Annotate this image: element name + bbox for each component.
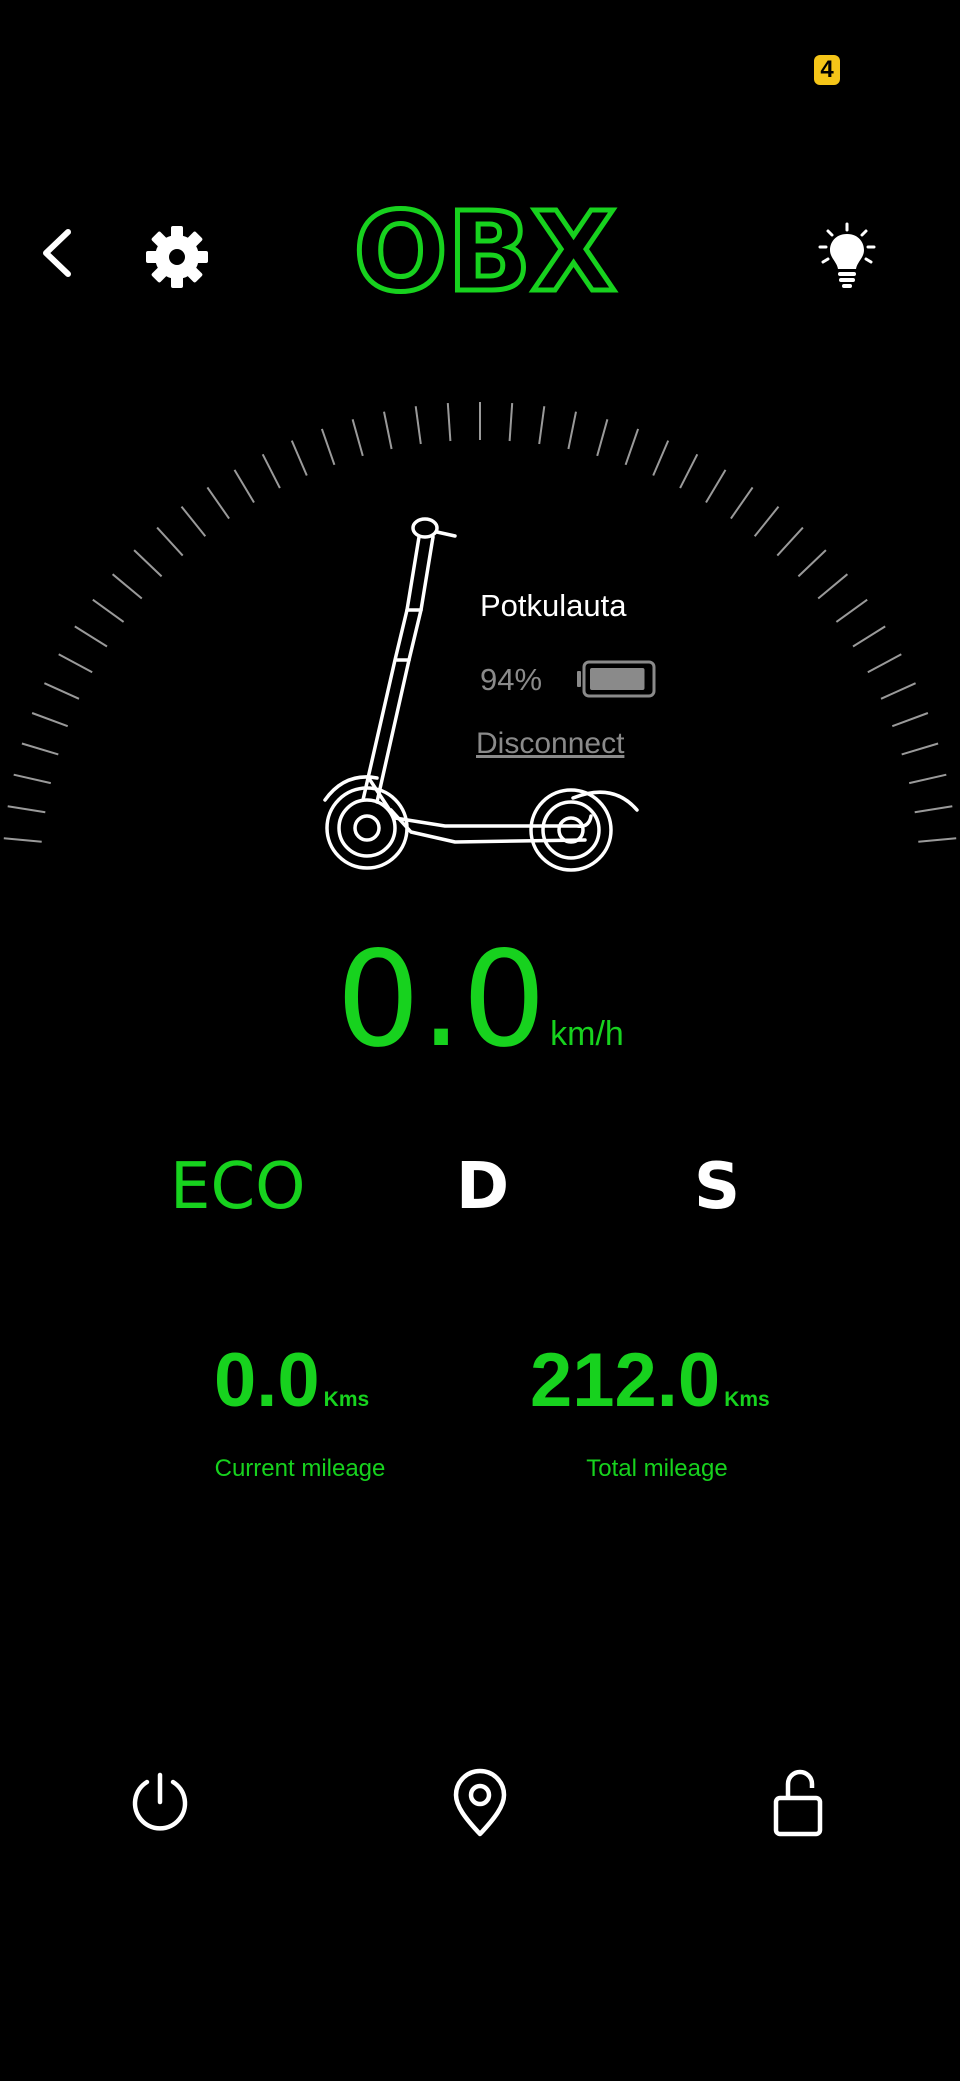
- gauge-tick: [31, 712, 69, 728]
- gauge-tick: [852, 625, 886, 648]
- gauge-tick: [596, 419, 609, 457]
- gauge-tick: [3, 837, 42, 843]
- status-badge: 4: [814, 55, 840, 85]
- logo-text: OBX: [354, 190, 616, 316]
- device-name: Potkulauta: [480, 588, 627, 623]
- current-mileage-label: Current mileage: [214, 1455, 386, 1482]
- gauge-tick: [351, 419, 364, 457]
- gauge-tick: [414, 406, 422, 445]
- brand-logo: OBX: [351, 190, 618, 319]
- gear-icon[interactable]: [146, 226, 208, 288]
- total-mileage-unit: Kms: [724, 1388, 770, 1411]
- gauge-tick: [446, 403, 452, 442]
- total-mileage: 212.0 Kms: [530, 1336, 770, 1426]
- gauge-tick: [320, 428, 336, 466]
- gauge-tick: [180, 505, 207, 537]
- mode-d-button[interactable]: D: [456, 1152, 509, 1222]
- gauge-tick: [156, 526, 184, 557]
- gauge-tick: [652, 440, 670, 476]
- current-mileage-unit: Kms: [323, 1388, 370, 1411]
- gauge-tick: [624, 428, 640, 466]
- disconnect-link[interactable]: Disconnect: [476, 727, 624, 761]
- gauge-tick: [835, 598, 868, 623]
- speed-unit: km/h: [550, 1015, 624, 1053]
- gauge-tick: [74, 625, 108, 648]
- gauge-tick: [797, 549, 827, 578]
- gauge-tick: [817, 573, 849, 600]
- unlock-icon[interactable]: [766, 1768, 832, 1838]
- gauge-tick: [21, 742, 59, 756]
- location-pin-icon[interactable]: [447, 1768, 513, 1838]
- gauge-tick: [383, 411, 393, 450]
- speed-value: 0.0: [336, 923, 547, 1077]
- battery-percentage: 94%: [480, 662, 543, 697]
- gauge-tick: [914, 805, 953, 814]
- mode-s-button[interactable]: S: [694, 1152, 740, 1222]
- total-mileage-value: 212.0: [530, 1338, 721, 1423]
- gauge-tick: [261, 453, 281, 489]
- light-bulb-icon[interactable]: [815, 222, 879, 290]
- total-mileage-label: Total mileage: [586, 1455, 728, 1482]
- gauge-tick: [508, 403, 514, 442]
- gauge-tick: [867, 653, 902, 674]
- gauge-tick: [891, 712, 929, 728]
- gauge-tick: [290, 440, 308, 476]
- gauge-tick: [567, 411, 577, 450]
- gauge-tick: [730, 486, 754, 520]
- battery-icon: [577, 660, 656, 698]
- gauge-tick: [753, 505, 780, 537]
- dashboard-screen: 4 OBX Potkulauta 94% Disconnect 0.0 km/h…: [0, 0, 960, 2081]
- speed-readout: 0.0 km/h: [0, 934, 960, 1066]
- gauge-tick: [705, 469, 727, 504]
- current-mileage: 0.0 Kms: [214, 1336, 369, 1426]
- power-icon[interactable]: [127, 1770, 193, 1836]
- gauge-tick: [7, 805, 46, 814]
- chevron-left-icon[interactable]: [38, 226, 76, 280]
- gauge-tick: [538, 406, 546, 445]
- gauge-tick: [58, 653, 93, 674]
- gauge-tick: [111, 573, 143, 600]
- gauge-tick: [13, 773, 52, 785]
- gauge-tick: [776, 526, 804, 557]
- current-mileage-value: 0.0: [214, 1338, 320, 1423]
- gauge-tick: [679, 453, 699, 489]
- gauge-tick: [133, 549, 163, 578]
- gauge-tick: [43, 682, 80, 700]
- mode-eco-button[interactable]: ECO: [170, 1152, 306, 1222]
- gauge-tick: [206, 486, 230, 520]
- gauge-tick: [901, 742, 939, 756]
- gauge-tick: [908, 773, 947, 785]
- gauge-tick: [880, 682, 917, 700]
- gauge-tick: [92, 598, 125, 623]
- gauge-tick: [233, 469, 255, 504]
- gauge-tick: [918, 837, 957, 843]
